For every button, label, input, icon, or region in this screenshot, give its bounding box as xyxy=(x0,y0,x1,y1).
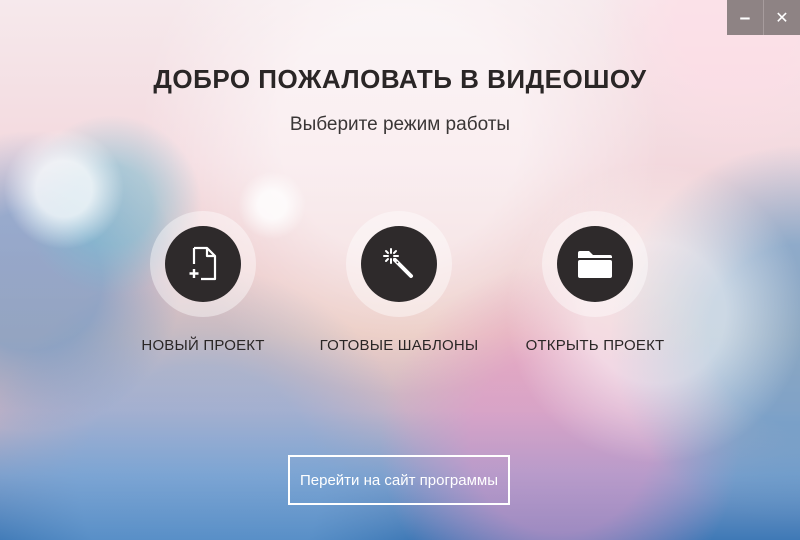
templates-option[interactable]: ГОТОВЫЕ ШАБЛОНЫ xyxy=(299,211,499,354)
open-project-icon-disc[interactable] xyxy=(557,226,633,302)
visit-website-button[interactable]: Перейти на сайт программы xyxy=(288,455,510,505)
mode-prompt: Выберите режим работы xyxy=(289,114,511,135)
close-button[interactable]: ✕ xyxy=(763,0,800,35)
magic-wand-icon xyxy=(383,248,413,278)
templates-ring[interactable] xyxy=(346,211,452,317)
new-project-icon-disc[interactable] xyxy=(165,226,241,302)
templates-icon-disc[interactable] xyxy=(361,226,437,302)
new-project-option[interactable]: НОВЫЙ ПРОЕКТ xyxy=(103,211,303,354)
window-controls: ‒ ✕ xyxy=(727,0,800,35)
new-project-ring[interactable] xyxy=(150,211,256,317)
open-project-option[interactable]: ОТКРЫТЬ ПРОЕКТ xyxy=(495,211,695,354)
folder-icon xyxy=(578,251,612,278)
templates-label[interactable]: ГОТОВЫЕ ШАБЛОНЫ xyxy=(299,337,499,354)
open-project-label[interactable]: ОТКРЫТЬ ПРОЕКТ xyxy=(495,337,695,354)
welcome-title: ДОБРО ПОЖАЛОВАТЬ В ВИДЕОШОУ xyxy=(153,64,647,94)
new-file-icon xyxy=(189,246,217,281)
new-project-label[interactable]: НОВЫЙ ПРОЕКТ xyxy=(103,337,303,354)
minimize-button[interactable]: ‒ xyxy=(727,0,763,35)
welcome-window: ‒ ✕ ДОБРО ПОЖАЛОВАТЬ В ВИДЕОШОУ Выберите… xyxy=(0,0,800,540)
open-project-ring[interactable] xyxy=(542,211,648,317)
